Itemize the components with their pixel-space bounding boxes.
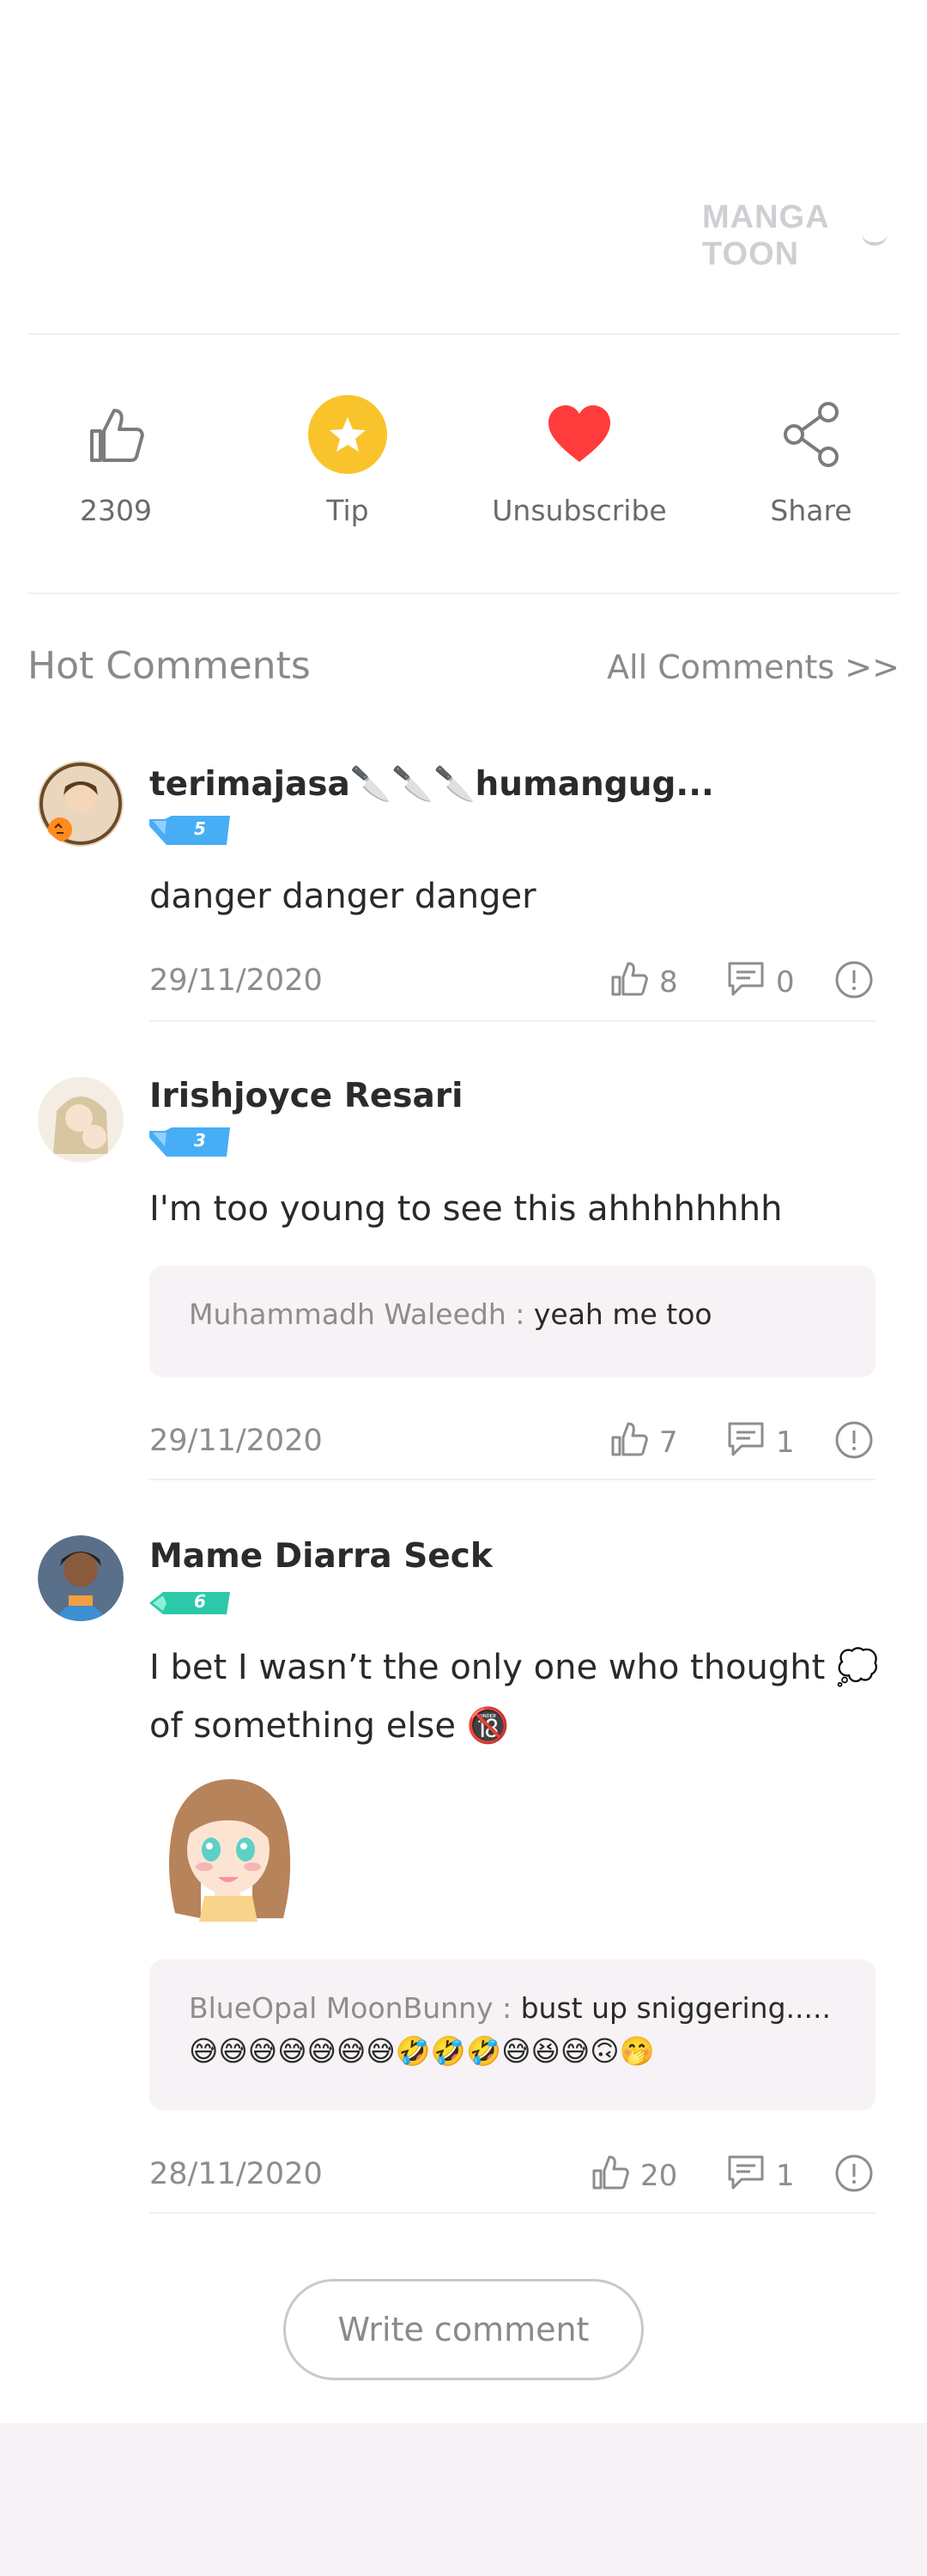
share-button[interactable]: Share <box>695 378 927 550</box>
reply-count: 1 <box>776 2159 795 2193</box>
comment-date: 28/11/2020 <box>149 2157 323 2191</box>
divider <box>27 592 900 594</box>
sticker-image[interactable] <box>149 1767 304 1922</box>
tip-label: Tip <box>326 494 369 527</box>
comment-reply-button[interactable]: 1 <box>724 1415 810 1467</box>
thumbs-up-icon <box>611 1422 648 1456</box>
comment-icon <box>728 2155 764 2190</box>
level-badge: 5 <box>149 816 230 845</box>
reply-author: BlueOpal MoonBunny : <box>189 1991 521 2025</box>
comment-meta: 28/11/2020 20 1 <box>149 2148 876 2200</box>
avatar[interactable] <box>38 1077 124 1163</box>
comment-text: I'm too young to see this ahhhhhhhh <box>149 1189 783 1229</box>
footer-band <box>0 2423 927 2576</box>
tip-icon <box>308 395 387 474</box>
share-label: Share <box>770 494 852 527</box>
write-comment-button[interactable]: Write comment <box>283 2279 644 2380</box>
divider <box>27 333 900 335</box>
like-button[interactable]: 2309 <box>0 378 232 550</box>
reply-emojis: 😅😅😅😅😅😅😅🤣🤣🤣😅😆😅🙃🤭 <box>189 2034 655 2068</box>
like-count: 2309 <box>80 494 152 527</box>
thumbs-up-icon <box>90 409 144 462</box>
thumbs-up-icon <box>592 2155 629 2190</box>
mangatoon-logo: MANGA TOON <box>702 199 829 272</box>
thumbs-up-icon <box>611 962 648 996</box>
action-bar: 2309 Tip Unsubscribe Share <box>0 378 927 550</box>
share-icon <box>784 402 839 467</box>
like-count: 8 <box>659 965 678 999</box>
comment-username[interactable]: Irishjoyce Resari <box>149 1077 463 1115</box>
report-icon[interactable] <box>833 1419 876 1461</box>
comment-date: 29/11/2020 <box>149 1424 323 1458</box>
reply-text: bust up sniggering..... <box>520 1991 831 2025</box>
comment-text-line: I bet I wasn’t the only one who thought … <box>149 1648 879 1687</box>
like-count: 20 <box>640 2159 678 2193</box>
comment-text: danger danger danger <box>149 877 536 916</box>
comment-icon <box>728 1422 764 1456</box>
reply-preview[interactable]: BlueOpal MoonBunny : bust up sniggering.… <box>149 1959 876 2111</box>
unsubscribe-label: Unsubscribe <box>492 494 667 527</box>
unsubscribe-button[interactable]: Unsubscribe <box>464 378 695 550</box>
comment-icon <box>728 962 764 996</box>
divider <box>149 1479 876 1480</box>
reply-count: 1 <box>776 1425 795 1460</box>
reply-count: 0 <box>776 965 795 999</box>
comment-like-button[interactable]: 8 <box>608 955 694 1006</box>
heart-icon <box>548 405 610 462</box>
reply-preview[interactable]: Muhammadh Waleedh : yeah me too <box>149 1266 876 1377</box>
level-number: 3 <box>194 1130 206 1151</box>
comment-meta: 29/11/2020 7 1 <box>149 1415 876 1467</box>
all-comments-link[interactable]: All Comments >> <box>607 648 900 686</box>
tip-button[interactable]: Tip <box>232 378 464 550</box>
like-count: 7 <box>659 1425 678 1460</box>
level-number: 6 <box>194 1591 206 1612</box>
comment-username[interactable]: terimajasa🔪🔪🔪humangug... <box>149 764 714 804</box>
comment-text-line: of something else 🔞 <box>149 1706 510 1746</box>
comment-username[interactable]: Mame Diarra Seck <box>149 1537 493 1576</box>
avatar[interactable] <box>38 761 124 847</box>
report-icon[interactable] <box>833 2152 876 2195</box>
level-badge: 6 <box>149 1589 230 1618</box>
reply-author: Muhammadh Waleedh : <box>189 1297 534 1331</box>
reply-text: yeah me too <box>533 1297 712 1331</box>
comment-reply-button[interactable]: 0 <box>724 955 810 1006</box>
avatar[interactable] <box>38 1535 124 1621</box>
hot-comments-title: Hot Comments <box>27 644 311 688</box>
comment-like-button[interactable]: 20 <box>589 2148 692 2200</box>
level-badge: 3 <box>149 1127 230 1157</box>
comment-text: I bet I wasn’t the only one who thought … <box>149 1638 888 1755</box>
comment-reply-button[interactable]: 1 <box>724 2148 810 2200</box>
divider <box>149 1020 876 1022</box>
comment-date: 29/11/2020 <box>149 963 323 998</box>
divider <box>149 2212 876 2214</box>
level-number: 5 <box>194 818 206 839</box>
comment-meta: 29/11/2020 8 0 <box>149 955 876 1006</box>
report-icon[interactable] <box>833 958 876 1001</box>
comment-like-button[interactable]: 7 <box>608 1415 694 1467</box>
